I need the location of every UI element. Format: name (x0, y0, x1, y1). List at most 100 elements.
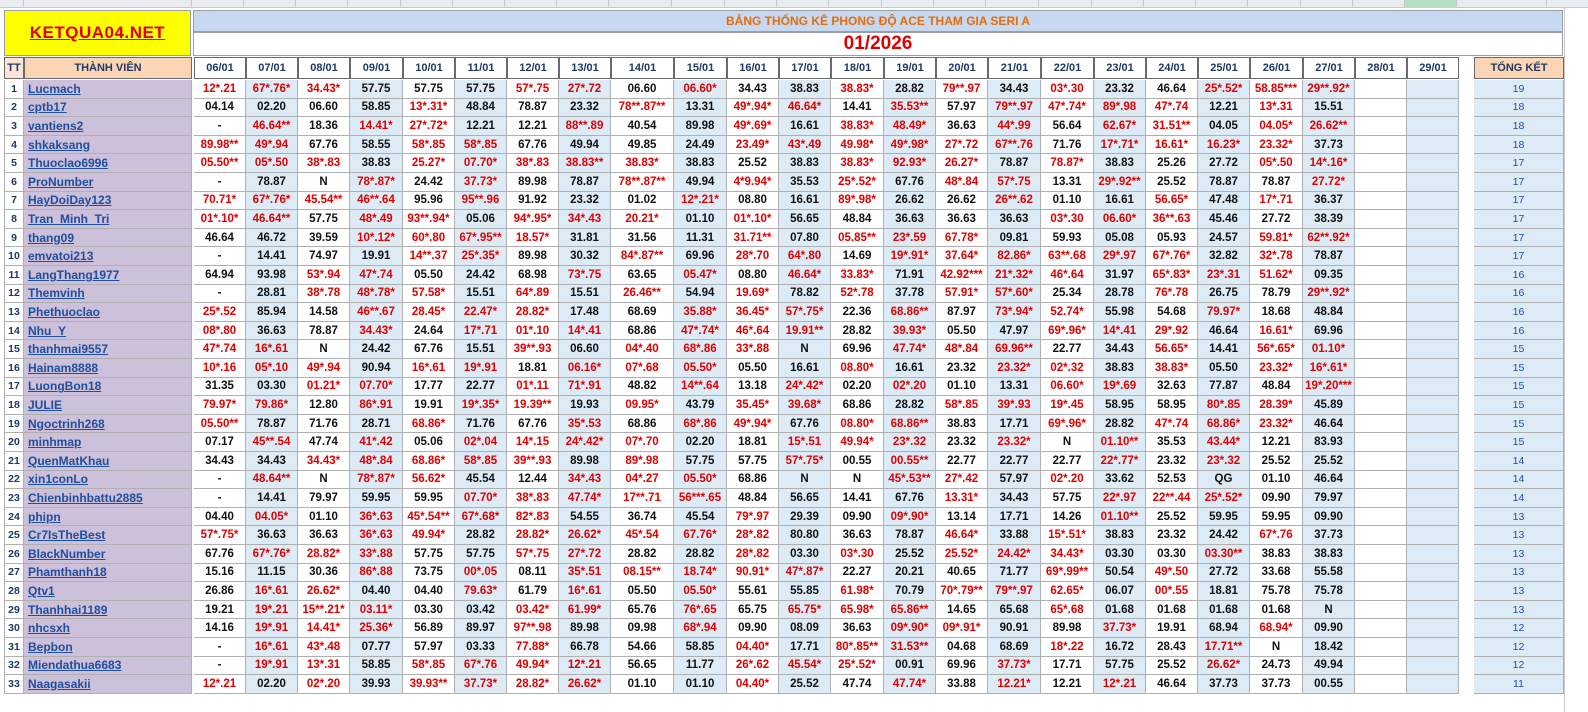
result-cell[interactable]: 68.86* (403, 414, 455, 434)
result-cell[interactable] (1355, 545, 1407, 564)
result-cell[interactable]: 57.91* (936, 284, 988, 304)
result-cell[interactable]: 23.32 (1146, 526, 1198, 545)
result-cell[interactable]: 05.50** (194, 154, 246, 173)
result-cell[interactable]: 46.64* (779, 98, 831, 118)
result-cell[interactable] (1355, 98, 1407, 118)
result-cell[interactable]: 28.82* (507, 675, 559, 694)
result-cell[interactable]: 68.86** (884, 414, 936, 434)
result-cell[interactable]: 09.98 (611, 619, 674, 638)
result-cell[interactable]: 46.64 (1146, 675, 1198, 694)
result-cell[interactable]: 16*.61 (403, 359, 455, 378)
result-cell[interactable]: 45**.54 (246, 433, 298, 452)
result-cell[interactable]: 38*.83 (298, 154, 350, 173)
result-cell[interactable]: 89.98 (507, 173, 559, 192)
result-cell[interactable]: 58*.85 (403, 656, 455, 676)
result-cell[interactable]: 77.88* (507, 638, 559, 657)
result-cell[interactable]: 25*.52* (1198, 80, 1250, 99)
result-cell[interactable]: 28.45* (403, 303, 455, 322)
result-cell[interactable]: 06.60 (559, 340, 611, 359)
result-cell[interactable]: 89.98 (674, 117, 727, 136)
result-cell[interactable]: 61.79 (507, 582, 559, 601)
result-cell[interactable]: 40.54 (611, 117, 674, 136)
result-cell[interactable]: 52*.78 (831, 284, 884, 304)
result-cell[interactable]: 49.94* (507, 656, 559, 676)
result-cell[interactable]: 17.71 (988, 507, 1041, 527)
result-cell[interactable]: 15**.21* (298, 600, 350, 620)
result-cell[interactable]: 32.63 (1146, 377, 1198, 397)
result-cell[interactable]: 57.75 (298, 210, 350, 229)
column-letter-cell[interactable] (192, 0, 244, 8)
result-cell[interactable]: 24.42 (350, 340, 403, 359)
result-cell[interactable]: 83.93 (1303, 433, 1355, 452)
result-cell[interactable]: 03*.30 (831, 545, 884, 564)
result-cell[interactable]: 48*.49 (350, 210, 403, 229)
result-cell[interactable]: N (831, 470, 884, 490)
member-name-link[interactable]: LangThang1977 (24, 266, 192, 285)
result-cell[interactable]: 56.64 (1041, 117, 1094, 136)
result-cell[interactable] (1355, 191, 1407, 211)
result-cell[interactable]: 97**.98 (507, 619, 559, 638)
result-cell[interactable]: 36.63 (246, 321, 298, 341)
result-cell[interactable]: 69.96 (1303, 321, 1355, 341)
result-cell[interactable]: 04.40 (350, 582, 403, 601)
result-cell[interactable]: 69*.99** (1041, 563, 1094, 583)
result-cell[interactable]: 07.17 (194, 433, 246, 452)
column-letter-cell[interactable] (1457, 0, 1547, 8)
member-name-link[interactable]: Lucmach (24, 80, 192, 99)
result-cell[interactable]: 46.72 (246, 228, 298, 248)
result-cell[interactable]: 25.36* (350, 619, 403, 638)
result-cell[interactable]: 57.97 (403, 638, 455, 657)
result-cell[interactable]: 35.53** (884, 98, 936, 118)
result-cell[interactable]: 02.20 (831, 377, 884, 397)
result-cell[interactable]: 78.87 (988, 154, 1041, 173)
result-cell[interactable]: 08.09 (779, 619, 831, 638)
result-cell[interactable]: 36.63 (246, 526, 298, 545)
result-cell[interactable]: 03.30 (779, 545, 831, 564)
member-name-link[interactable]: Phamthanh18 (24, 563, 192, 583)
result-cell[interactable]: 01.10** (1094, 507, 1146, 527)
result-cell[interactable]: 13.31* (936, 489, 988, 508)
result-cell[interactable]: 89.98 (559, 619, 611, 638)
result-cell[interactable]: 25*.52* (831, 656, 884, 676)
result-cell[interactable]: N (1041, 433, 1094, 452)
result-cell[interactable]: 22.77 (936, 452, 988, 471)
total-cell[interactable]: 16 (1474, 266, 1564, 285)
result-cell[interactable]: 58.95 (1146, 396, 1198, 415)
result-cell[interactable]: 56.65 (779, 210, 831, 229)
result-cell[interactable]: 31.81 (559, 228, 611, 248)
result-cell[interactable]: 55.58 (1303, 563, 1355, 583)
result-cell[interactable] (1355, 507, 1407, 527)
result-cell[interactable]: 48*.84 (350, 452, 403, 471)
result-cell[interactable]: 25*.52* (1198, 489, 1250, 508)
result-cell[interactable]: 23.32* (1250, 414, 1303, 434)
total-cell[interactable]: 13 (1474, 600, 1564, 620)
result-cell[interactable]: 14*.15 (507, 433, 559, 452)
result-cell[interactable]: 14.41 (246, 247, 298, 266)
result-cell[interactable]: 02.20 (674, 433, 727, 452)
result-cell[interactable]: 68.94 (1198, 619, 1250, 638)
result-cell[interactable]: 38.83 (1094, 359, 1146, 378)
result-cell[interactable]: 29**.92* (1303, 284, 1355, 304)
result-cell[interactable]: 35*.51 (559, 563, 611, 583)
result-cell[interactable]: 48*.84 (936, 173, 988, 192)
result-cell[interactable]: 39.68* (779, 396, 831, 415)
result-cell[interactable]: 46.64 (1146, 80, 1198, 99)
result-cell[interactable]: 04.05* (1250, 117, 1303, 136)
result-cell[interactable]: 65.75* (779, 600, 831, 620)
result-cell[interactable]: 49.94* (831, 433, 884, 452)
result-cell[interactable]: 00.91 (884, 656, 936, 676)
result-cell[interactable]: 28.81 (246, 284, 298, 304)
column-letter-cell[interactable] (296, 0, 348, 8)
result-cell[interactable]: 25*.52* (831, 173, 884, 192)
result-cell[interactable]: 29.39 (779, 507, 831, 527)
total-cell[interactable]: 18 (1474, 117, 1564, 136)
result-cell[interactable]: 79.97* (194, 396, 246, 415)
result-cell[interactable]: 22**.44 (1146, 489, 1198, 508)
result-cell[interactable]: 15*.51* (1041, 526, 1094, 545)
result-cell[interactable] (1355, 489, 1407, 508)
result-cell[interactable]: 22.36 (831, 303, 884, 322)
result-cell[interactable]: 14*.16* (1303, 154, 1355, 173)
result-cell[interactable]: 18.81 (1198, 582, 1250, 601)
result-cell[interactable]: - (194, 489, 246, 508)
result-cell[interactable]: QG (1198, 470, 1250, 490)
